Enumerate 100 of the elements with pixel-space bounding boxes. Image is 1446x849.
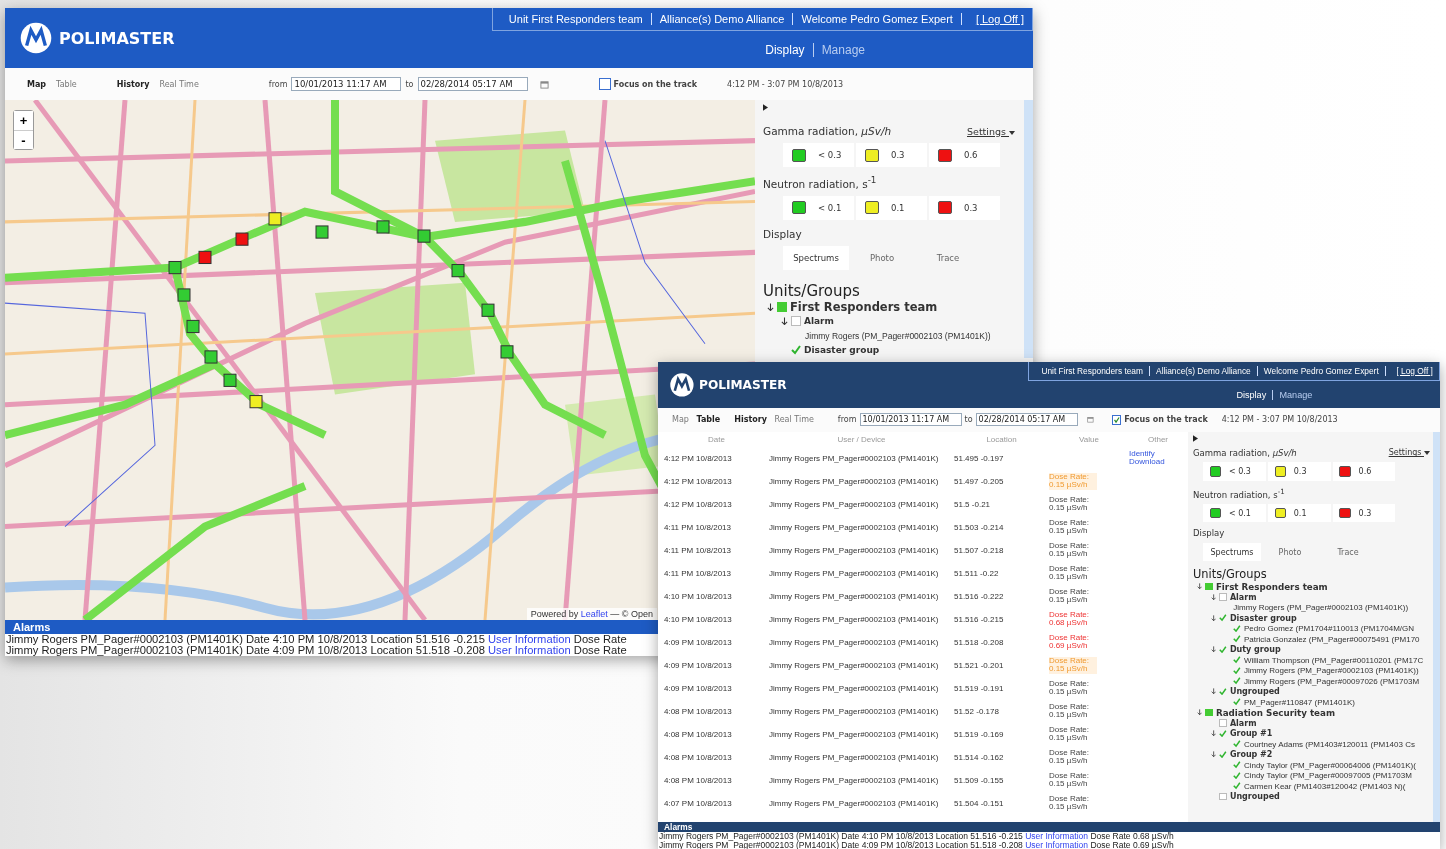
checkbox[interactable] [1219, 792, 1227, 801]
expand-icon[interactable] [1197, 709, 1203, 716]
leaflet-link[interactable]: Leaflet [580, 609, 608, 619]
tree-item[interactable]: Alarm [804, 316, 834, 327]
threshold-cell[interactable]: 0.6 [929, 143, 1000, 167]
mode-tab[interactable]: Real Time [774, 415, 814, 425]
from-date-field[interactable]: 10/01/2013 11:17 AM [859, 413, 962, 427]
tree-item[interactable]: Radiation Security team [1215, 707, 1335, 718]
tree-item[interactable]: Jimmy Rogers (PM_Pager#0002103 (PM1401K)) [1243, 666, 1419, 675]
mode-tab[interactable]: Real Time [159, 79, 199, 89]
checkbox[interactable] [1233, 782, 1241, 790]
checkbox[interactable] [1233, 677, 1241, 685]
tree-item[interactable]: Carmen Kear (PM1403#120042 (PM1403 N)( [1243, 781, 1406, 791]
settings-link[interactable]: Settings [1388, 448, 1430, 458]
tree-item[interactable]: Alarm [1229, 592, 1257, 602]
tree-item[interactable]: Group #1 [1229, 729, 1273, 738]
expand-icon[interactable] [1211, 730, 1217, 737]
checkbox[interactable] [1233, 761, 1241, 769]
header-link[interactable]: Alliance(s) Demo Alliance [1150, 365, 1258, 376]
view-tab[interactable]: Map [27, 79, 47, 89]
view-tab[interactable]: Map [672, 415, 689, 425]
user-information-link[interactable]: User Information [488, 633, 571, 645]
tree-item[interactable]: Duty group [1229, 645, 1281, 654]
threshold-cell[interactable]: 0.6 [1332, 462, 1396, 481]
header-link[interactable]: Welcome Pedro Gomez Expert [1257, 365, 1386, 376]
checkbox[interactable] [1219, 645, 1227, 654]
expand-icon[interactable] [1211, 688, 1217, 695]
checkbox[interactable] [1233, 656, 1241, 664]
threshold-cell[interactable]: < 0.3 [783, 143, 854, 167]
focus-checkbox[interactable] [598, 78, 611, 90]
checkbox[interactable] [1219, 687, 1227, 696]
expand-icon[interactable] [1197, 583, 1203, 590]
checkbox[interactable] [1233, 666, 1241, 675]
content-type-tab[interactable]: Photo [1261, 543, 1319, 562]
mode-tab[interactable]: History [116, 79, 150, 89]
expand-icon[interactable] [767, 302, 774, 311]
content-type-tab[interactable]: Photo [849, 245, 915, 270]
view-tab[interactable]: Table [696, 415, 721, 425]
row-action-link[interactable]: Download [1129, 458, 1187, 467]
tree-item[interactable]: Cindy Taylor (PM_Pager#00064006 (PM1401K)( [1243, 760, 1416, 770]
expand-icon[interactable] [1211, 593, 1217, 601]
tree-item[interactable]: Jimmy Rogers (PM_Pager#0002103 (PM1401K)) [805, 330, 991, 341]
threshold-cell[interactable]: 0.1 [856, 195, 927, 220]
zoom-in-button[interactable]: + [14, 111, 33, 130]
tree-item[interactable]: First Responders team [790, 299, 938, 314]
tree-item[interactable]: Jimmy Rogers (PM_Pager#0002103 (PM1401K)) [1233, 603, 1409, 612]
expand-icon[interactable] [1211, 614, 1217, 622]
checkbox[interactable] [1233, 698, 1241, 706]
user-information-link[interactable]: User Information [1025, 839, 1089, 849]
checkbox[interactable] [1219, 729, 1227, 738]
log-off-link[interactable]: [ Log Off ] [961, 13, 1024, 25]
nav-tab[interactable]: Manage [1272, 389, 1319, 400]
tree-item[interactable]: Patricia Gonzalez (PM_Pager#00075491 (PM170 [1243, 634, 1420, 644]
scrollbar[interactable] [1433, 431, 1440, 822]
header-link[interactable]: Welcome Pedro Gomez Expert [793, 13, 962, 25]
tree-item[interactable]: Alarm [1229, 718, 1257, 728]
tree-item[interactable]: Group #2 [1229, 750, 1273, 759]
checkbox[interactable] [777, 301, 787, 312]
tree-item[interactable]: PM_Pager#110847 (PM1401K) [1243, 697, 1355, 707]
checkbox[interactable] [1219, 593, 1227, 601]
header-link[interactable]: Unit First Responders team [500, 13, 652, 25]
focus-checkbox[interactable] [1111, 414, 1122, 425]
checkbox[interactable] [1233, 624, 1241, 633]
scrollbar[interactable] [1024, 100, 1033, 358]
from-date-field[interactable]: 10/01/2013 11:17 AM [291, 77, 402, 91]
checkbox[interactable] [1205, 582, 1213, 591]
nav-tab[interactable]: Manage [812, 43, 873, 57]
calendar-icon[interactable] [1086, 416, 1094, 424]
threshold-cell[interactable]: < 0.1 [1203, 504, 1266, 523]
user-information-link[interactable]: User Information [488, 644, 571, 656]
nav-tab[interactable]: Display [1230, 389, 1273, 400]
content-type-tab[interactable]: Trace [915, 245, 981, 270]
checkbox[interactable] [1233, 635, 1241, 643]
tree-item[interactable]: Cindy Taylor (PM_Pager#00097005 (PM1703M [1243, 771, 1412, 780]
tree-item[interactable]: Pedro Gomez (PM1704#110013 (PM1704M/GN [1243, 624, 1415, 633]
threshold-cell[interactable]: < 0.3 [1203, 462, 1266, 481]
tree-item[interactable]: First Responders team [1215, 581, 1328, 592]
content-type-tab[interactable]: Trace [1319, 543, 1377, 562]
row-action-link[interactable]: Identify [1129, 450, 1187, 459]
nav-tab[interactable]: Display [757, 43, 813, 57]
threshold-cell[interactable]: 0.3 [929, 195, 1000, 220]
zoom-out-button[interactable]: - [14, 130, 33, 149]
header-link[interactable]: Alliance(s) Demo Alliance [651, 13, 794, 25]
threshold-cell[interactable]: 0.3 [1332, 504, 1396, 523]
threshold-cell[interactable]: 0.3 [1267, 462, 1331, 481]
tree-item[interactable]: Disaster group [804, 345, 880, 356]
checkbox[interactable] [1233, 740, 1241, 748]
checkbox[interactable] [1233, 771, 1241, 780]
checkbox[interactable] [1219, 719, 1227, 727]
expand-arrow-icon[interactable] [763, 104, 768, 111]
threshold-cell[interactable]: < 0.1 [783, 195, 854, 220]
checkbox[interactable] [1205, 708, 1213, 717]
threshold-cell[interactable]: 0.3 [856, 143, 927, 167]
expand-icon[interactable] [1211, 646, 1217, 653]
checkbox[interactable] [791, 345, 801, 356]
calendar-icon[interactable] [539, 79, 549, 89]
mode-tab[interactable]: History [734, 415, 767, 425]
header-link[interactable]: Unit First Responders team [1035, 365, 1150, 376]
checkbox[interactable] [791, 316, 801, 327]
expand-icon[interactable] [781, 317, 788, 326]
